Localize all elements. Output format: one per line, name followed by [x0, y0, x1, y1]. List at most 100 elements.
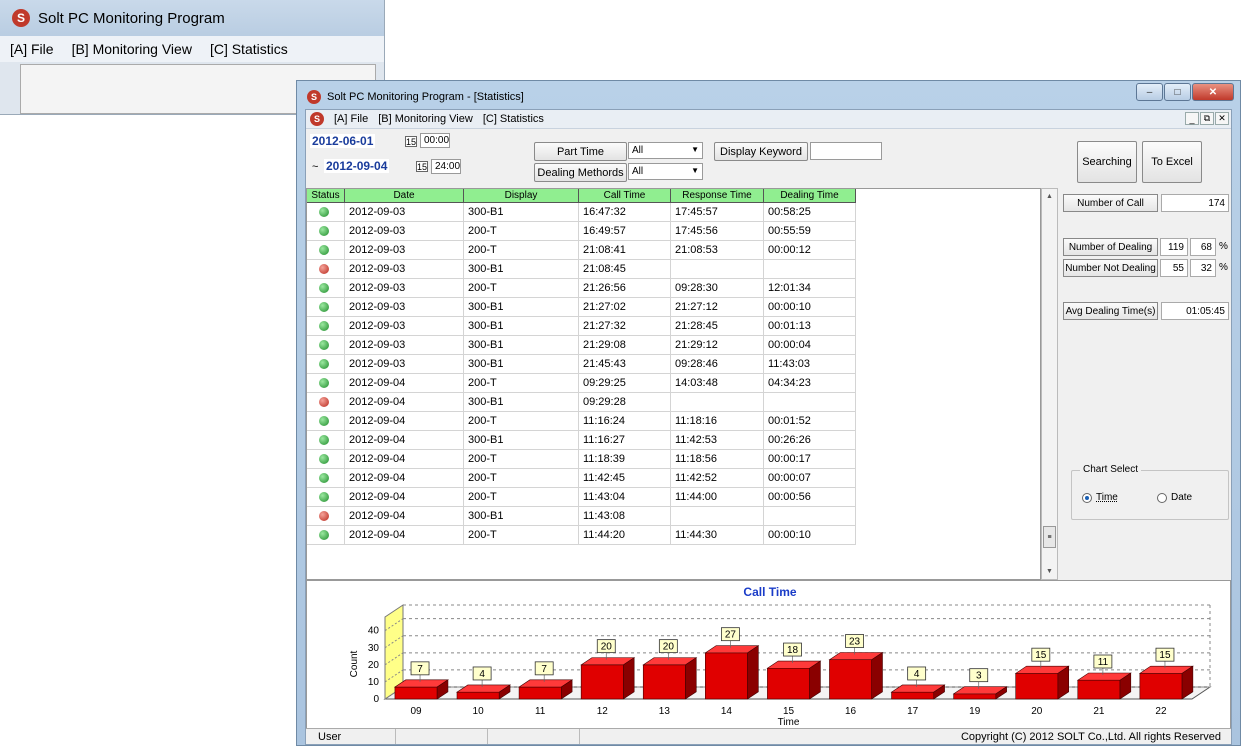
calendar-icon[interactable]: 15 — [405, 136, 417, 147]
table-row[interactable]: 2012-09-03 300-B1 21:27:32 21:28:45 00:01:13 — [307, 317, 856, 336]
part-time-select[interactable]: All ▼ — [628, 142, 703, 159]
display-keyword-input[interactable] — [810, 142, 882, 160]
to-excel-button[interactable]: To Excel — [1142, 141, 1202, 183]
menu-file[interactable]: [A] File — [334, 113, 368, 125]
start-date[interactable]: 2012-06-01 — [310, 134, 376, 148]
table-row[interactable]: 2012-09-04 200-T 11:16:24 11:18:16 00:01:52 — [307, 412, 856, 431]
dealing-time-cell — [764, 507, 856, 526]
radio-time-label[interactable]: Time — [1096, 492, 1118, 503]
menu-statistics[interactable]: [C] Statistics — [483, 113, 544, 125]
scroll-up-icon[interactable]: ▲ — [1042, 189, 1057, 204]
radio-selected-icon[interactable] — [1082, 492, 1092, 503]
table-row[interactable]: 2012-09-04 200-T 11:44:20 11:44:30 00:00:10 — [307, 526, 856, 545]
part-time-value: All — [632, 145, 644, 156]
response-time-cell: 11:18:56 — [671, 450, 764, 469]
maximize-button[interactable]: □ — [1164, 83, 1191, 101]
table-row[interactable]: 2012-09-03 300-B1 21:45:43 09:28:46 11:43:03 — [307, 355, 856, 374]
dealing-time-cell: 00:00:07 — [764, 469, 856, 488]
bg-menu-monitoring-view[interactable]: [B] Monitoring View — [72, 41, 192, 57]
bg-menu-file[interactable]: [A] File — [10, 41, 54, 57]
radio-date[interactable]: Date — [1157, 492, 1192, 503]
close-button[interactable]: ✕ — [1192, 83, 1234, 101]
table-row[interactable]: 2012-09-04 300-B1 11:16:27 11:42:53 00:26:26 — [307, 431, 856, 450]
mdi-close-button[interactable]: ✕ — [1215, 112, 1229, 125]
table-row[interactable]: 2012-09-04 200-T 11:18:39 11:18:56 00:00:17 — [307, 450, 856, 469]
menu-monitoring-view[interactable]: [B] Monitoring View — [378, 113, 473, 125]
scroll-down-icon[interactable]: ▼ — [1042, 564, 1057, 579]
status-cell — [307, 317, 345, 336]
number-of-call-value: 174 — [1161, 194, 1229, 212]
table-row[interactable]: 2012-09-03 300-B1 16:47:32 17:45:57 00:58:25 — [307, 203, 856, 222]
data-label: 27 — [725, 630, 737, 641]
mdi-restore-button[interactable]: ⧉ — [1200, 112, 1214, 125]
title-bar[interactable]: S Solt PC Monitoring Program - [Statisti… — [297, 81, 1240, 109]
table-row[interactable]: 2012-09-03 300-B1 21:29:08 21:29:12 00:00:04 — [307, 336, 856, 355]
bg-menu-statistics[interactable]: [C] Statistics — [210, 41, 288, 57]
start-time[interactable]: 00:00 — [420, 133, 450, 148]
end-time[interactable]: 24:00 — [431, 159, 461, 174]
number-not-dealing-value: 55 — [1160, 259, 1188, 277]
status-cell — [307, 469, 345, 488]
status-cell — [307, 374, 345, 393]
chart-bar — [891, 691, 935, 700]
call-time-cell: 21:45:43 — [579, 355, 671, 374]
response-time-cell: 11:42:53 — [671, 431, 764, 450]
table-scrollbar[interactable]: ▲ ≡ ▼ — [1041, 188, 1058, 580]
col-display[interactable]: Display — [464, 189, 579, 203]
chart-bar-side — [623, 657, 635, 700]
scroll-thumb[interactable]: ≡ — [1043, 526, 1056, 548]
range-tilde: ~ — [312, 161, 319, 173]
table-row[interactable]: 2012-09-04 300-B1 09:29:28 — [307, 393, 856, 412]
col-call-time[interactable]: Call Time — [579, 189, 671, 203]
dealing-time-cell: 00:01:13 — [764, 317, 856, 336]
table-row[interactable]: 2012-09-04 300-B1 11:43:08 — [307, 507, 856, 526]
table-row[interactable]: 2012-09-04 200-T 09:29:25 14:03:48 04:34:23 — [307, 374, 856, 393]
display-cell: 200-T — [464, 526, 579, 545]
col-response-time[interactable]: Response Time — [671, 189, 764, 203]
dropdown-arrow-icon: ▼ — [691, 145, 699, 154]
calendar-icon[interactable]: 15 — [416, 161, 428, 172]
x-tick-label: 09 — [410, 706, 422, 717]
date-cell: 2012-09-03 — [345, 336, 464, 355]
table-row[interactable]: 2012-09-03 300-B1 21:08:45 — [307, 260, 856, 279]
status-cell — [307, 355, 345, 374]
response-time-cell: 11:44:00 — [671, 488, 764, 507]
number-dealing-value: 119 — [1160, 238, 1188, 256]
table-row[interactable]: 2012-09-03 200-T 21:08:41 21:08:53 00:00:12 — [307, 241, 856, 260]
table-row[interactable]: 2012-09-03 200-T 16:49:57 17:45:56 00:55:59 — [307, 222, 856, 241]
response-time-cell: 09:28:30 — [671, 279, 764, 298]
table-row[interactable]: 2012-09-03 200-T 21:26:56 09:28:30 12:01:34 — [307, 279, 856, 298]
dealing-time-cell: 00:00:56 — [764, 488, 856, 507]
minimize-button[interactable]: – — [1136, 83, 1163, 101]
chart-bar-side — [871, 651, 883, 700]
call-time-cell: 21:08:45 — [579, 260, 671, 279]
dealing-time-cell — [764, 393, 856, 412]
radio-time[interactable]: Time — [1082, 492, 1118, 503]
data-label: 4 — [479, 669, 485, 680]
status-green-icon — [319, 302, 329, 312]
col-dealing-time[interactable]: Dealing Time — [764, 189, 856, 203]
response-time-cell — [671, 393, 764, 412]
table-row[interactable]: 2012-09-04 200-T 11:43:04 11:44:00 00:00:56 — [307, 488, 856, 507]
status-cell — [307, 526, 345, 545]
dealing-methods-select[interactable]: All ▼ — [628, 163, 703, 180]
radio-unselected-icon[interactable] — [1157, 492, 1167, 503]
col-status[interactable]: Status — [307, 189, 345, 203]
x-tick-label: 19 — [969, 706, 981, 717]
x-axis-label: Time — [778, 717, 800, 728]
call-time-cell: 09:29:28 — [579, 393, 671, 412]
mdi-minimize-button[interactable]: _ — [1185, 112, 1199, 125]
chart-bar — [767, 667, 810, 700]
status-green-icon — [319, 454, 329, 464]
status-green-icon — [319, 416, 329, 426]
table-row[interactable]: 2012-09-03 300-B1 21:27:02 21:27:12 00:00:10 — [307, 298, 856, 317]
end-date[interactable]: 2012-09-04 — [324, 159, 390, 173]
radio-date-label[interactable]: Date — [1171, 492, 1192, 503]
col-date[interactable]: Date — [345, 189, 464, 203]
response-time-cell: 09:28:46 — [671, 355, 764, 374]
data-label: 20 — [601, 642, 613, 653]
x-tick-label: 14 — [721, 706, 733, 717]
table-row[interactable]: 2012-09-04 200-T 11:42:45 11:42:52 00:00:07 — [307, 469, 856, 488]
x-tick-label: 22 — [1155, 706, 1167, 717]
searching-button[interactable]: Searching — [1077, 141, 1137, 183]
